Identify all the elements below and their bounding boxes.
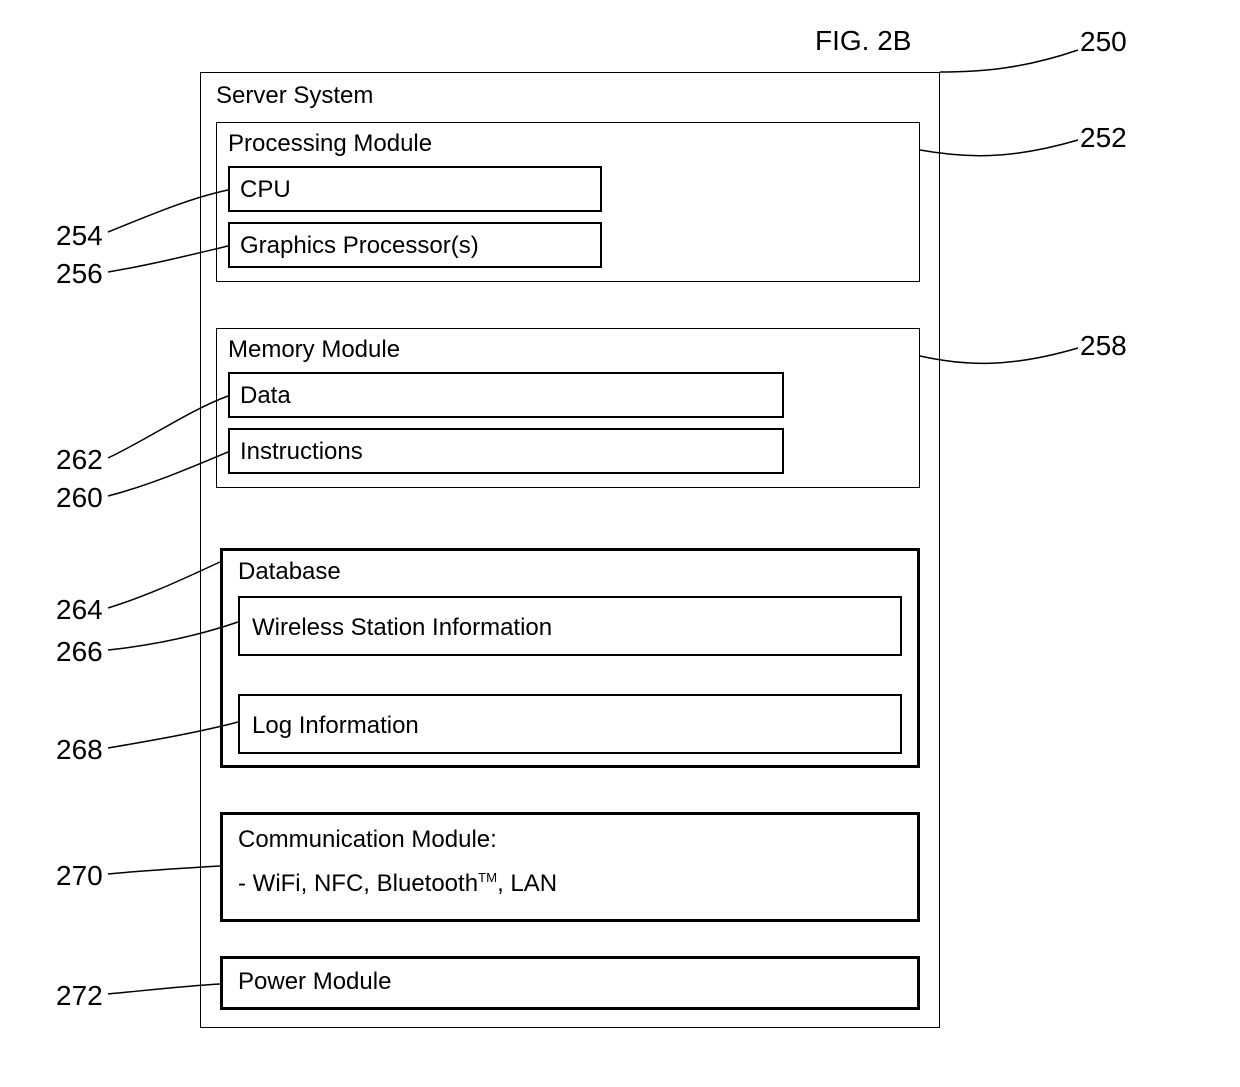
protocols-prefix: - WiFi, NFC, Bluetooth <box>238 870 478 897</box>
instructions-label: Instructions <box>240 438 363 466</box>
ref-268: 268 <box>56 734 103 766</box>
leader-252 <box>920 140 1078 156</box>
database-label: Database <box>238 558 341 586</box>
figure-canvas: FIG. 2B Server System Processing Module … <box>0 0 1240 1087</box>
ref-258: 258 <box>1080 330 1127 362</box>
leader-258 <box>920 348 1078 363</box>
log-information-label: Log Information <box>252 712 419 740</box>
figure-title: FIG. 2B <box>815 25 911 57</box>
server-system-label: Server System <box>216 82 373 110</box>
graphics-processor-label: Graphics Processor(s) <box>240 232 479 260</box>
tm-superscript: TM <box>478 870 497 885</box>
protocols-suffix: , LAN <box>497 870 557 897</box>
cpu-label: CPU <box>240 176 291 204</box>
communication-module-title: Communication Module: <box>238 826 497 854</box>
ref-262: 262 <box>56 444 103 476</box>
data-label: Data <box>240 382 291 410</box>
ref-252: 252 <box>1080 122 1127 154</box>
ref-272: 272 <box>56 980 103 1012</box>
processing-module-label: Processing Module <box>228 130 432 158</box>
communication-module-protocols: - WiFi, NFC, BluetoothTM, LAN <box>238 870 557 898</box>
ref-260: 260 <box>56 482 103 514</box>
ref-250: 250 <box>1080 26 1127 58</box>
ref-266: 266 <box>56 636 103 668</box>
ref-270: 270 <box>56 860 103 892</box>
power-module-label: Power Module <box>238 968 391 996</box>
leader-250 <box>940 50 1078 72</box>
ref-264: 264 <box>56 594 103 626</box>
memory-module-label: Memory Module <box>228 336 400 364</box>
ref-254: 254 <box>56 220 103 252</box>
data-box <box>228 372 784 418</box>
wireless-station-info-label: Wireless Station Information <box>252 614 552 642</box>
ref-256: 256 <box>56 258 103 290</box>
